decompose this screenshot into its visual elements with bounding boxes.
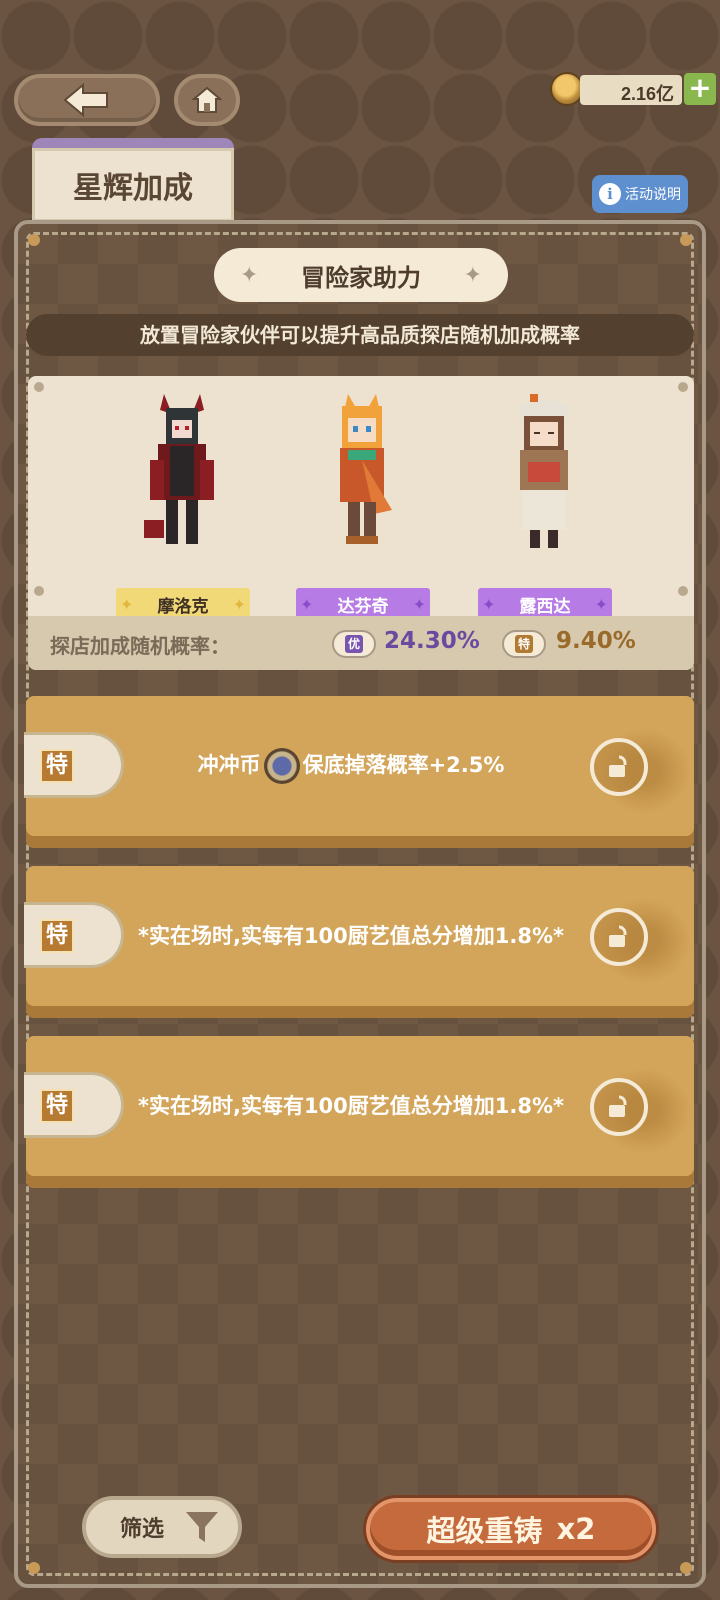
sparkle-icon: ✦ [240,262,259,288]
unlock-icon [609,1095,627,1117]
currency-display: 2.16亿 + [550,72,716,106]
badge-text: 特 [515,635,533,653]
lock-toggle-button[interactable] [590,1078,648,1136]
reforge-label: 超级重铸 [426,1514,543,1548]
sparkle-icon: ✦ [412,594,426,614]
activity-info-label: 活动说明 [625,187,681,203]
character-slot-luxida[interactable]: ✦ 露西达 ✦ [474,390,614,620]
section-subtitle: 放置冒险家伙伴可以提升高品质探店随机加成概率 [26,314,694,356]
characters-card: ✦ 摩洛克 ✦ ✦ 达芬奇 ✦ ✦ 露西达 ✦ 探店加成随机概率： 优 24.3… [28,376,694,670]
character-slot-dafenqi[interactable]: ✦ 达芬奇 ✦ [292,390,432,620]
plus-icon: + [688,71,712,104]
character-moloke-sprite [144,394,214,544]
special-tier-tab: 特 [24,1072,124,1138]
filter-button[interactable]: 筛选 [82,1496,242,1558]
add-currency-button[interactable]: + [684,73,716,105]
bonus-description: *实在场时,实每有100厨艺值总分增加1.8%* [137,1093,565,1118]
character-dafenqi-sprite [340,394,392,544]
corner-rivet [34,586,44,596]
special-tier-badge: 特 [40,749,74,783]
chongchong-coin-icon [263,748,300,784]
special-tier-badge: 特 [40,1089,74,1123]
quality-badge-special: 特 [502,630,546,658]
sparkle-icon: ✦ [232,594,246,614]
house-icon [192,86,222,113]
bonus-card[interactable]: 特 *实在场时,实每有100厨艺值总分增加1.8%* [24,1036,704,1188]
corner-rivet [678,586,688,596]
tab-star-bonus[interactable]: 星辉加成 [32,138,234,222]
back-button[interactable] [14,74,160,126]
reforge-count: x2 [556,1512,596,1546]
quality-badge-excellent: 优 [332,630,376,658]
bonus-description: *实在场时,实每有100厨艺值总分增加1.8%* [137,923,565,948]
super-reforge-button[interactable]: 超级重铸 x2 [366,1498,656,1560]
unlock-icon [609,755,627,777]
bonus-card[interactable]: 特 *实在场时,实每有100厨艺值总分增加1.8%* [24,866,704,1018]
arrow-left-icon [63,83,108,117]
section-title: ✦ 冒险家助力 ✦ [214,248,508,302]
sparkle-icon: ✦ [300,594,314,614]
special-tier-badge: 特 [40,919,74,953]
info-icon: i [599,183,621,205]
bonus-description: 冲冲币 保底掉落概率+2.5% [136,696,566,836]
bonus-text-before: 冲冲币 [197,753,261,777]
sparkle-icon: ✦ [463,262,482,288]
gold-coin-icon [550,72,584,106]
badge-text: 优 [345,635,363,653]
rate-bar: 探店加成随机概率： 优 24.30% 特 9.40% [28,616,694,670]
section-title-text: 冒险家助力 [301,263,421,292]
lock-toggle-button[interactable] [590,908,648,966]
unlock-icon [609,925,627,947]
lock-toggle-button[interactable] [590,738,648,796]
sparkle-icon: ✦ [594,594,608,614]
character-name: 达芬奇 [337,596,389,617]
rate-value-special: 9.40% [556,628,636,654]
rate-label: 探店加成随机概率： [50,634,230,658]
special-tier-tab: 特 [24,902,124,968]
corner-rivet [28,1562,40,1574]
corner-rivet [680,234,692,246]
bonus-card[interactable]: 特 冲冲币 保底掉落概率+2.5% [24,696,704,848]
filter-label: 筛选 [120,1517,165,1542]
corner-rivet [678,382,688,392]
special-tier-tab: 特 [24,732,124,798]
corner-rivet [680,1562,692,1574]
character-luxida-sprite [518,394,570,548]
character-name: 露西达 [519,596,571,617]
sparkle-icon: ✦ [120,594,134,614]
currency-amount: 2.16亿 [580,75,682,105]
character-name: 摩洛克 [157,596,209,617]
corner-rivet [34,382,44,392]
corner-rivet [28,234,40,246]
character-slot-moloke[interactable]: ✦ 摩洛克 ✦ [112,390,252,620]
activity-info-button[interactable]: i 活动说明 [592,175,688,213]
bonus-text-after: 保底掉落概率+2.5% [302,753,505,777]
rate-value-excellent: 24.30% [384,628,480,654]
top-bar: 2.16亿 + [0,0,720,140]
home-button[interactable] [174,74,240,126]
funnel-icon [186,1512,218,1542]
sparkle-icon: ✦ [482,594,496,614]
